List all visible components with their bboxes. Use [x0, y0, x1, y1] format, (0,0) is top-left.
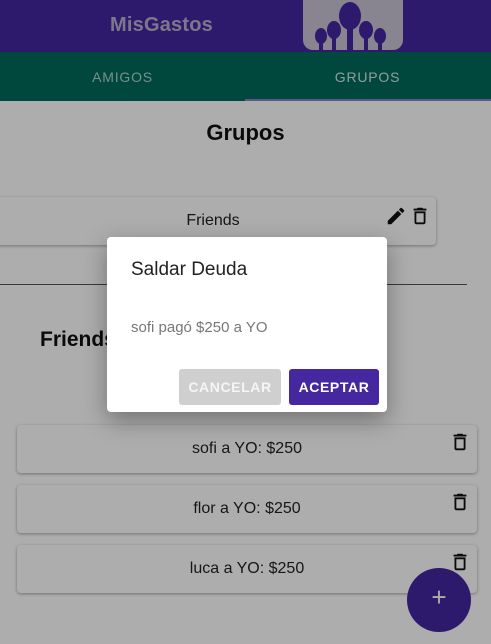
accept-button[interactable]: ACEPTAR: [289, 369, 379, 405]
dialog-title: Saldar Deuda: [131, 259, 248, 280]
dialog-message: sofi pagó $250 a YO: [131, 319, 268, 336]
settle-debt-dialog: Saldar Deuda sofi pagó $250 a YO CANCELA…: [107, 237, 387, 412]
cancel-button[interactable]: CANCELAR: [179, 369, 281, 405]
